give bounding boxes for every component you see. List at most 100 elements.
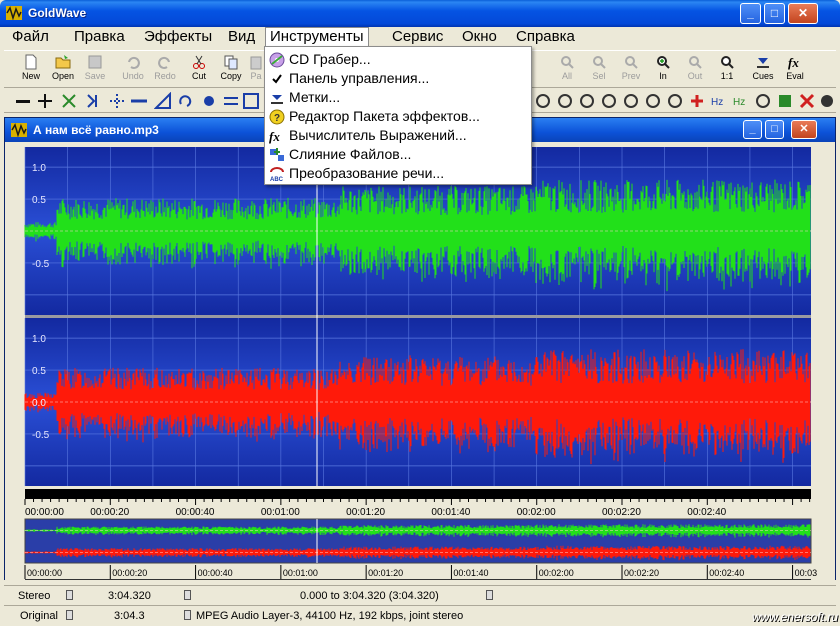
eval-button[interactable]: fx Eval [780,53,810,87]
redo-arrow-icon [158,56,170,69]
effect-icon-24[interactable] [798,92,816,110]
effect-icon-22[interactable] [754,92,772,110]
amplitude-label: 1.0 [32,163,46,174]
zoom-all-label: All [561,71,572,81]
save-button[interactable]: Save [80,53,110,87]
menu-effects[interactable]: Эффекты [140,27,216,47]
undo-button[interactable]: Undo [118,53,148,87]
title-bar[interactable]: GoldWave _ □ ✕ [0,0,840,27]
zoom-all-button[interactable]: All [552,53,582,87]
menu-item-markers[interactable]: Метки... [265,88,531,107]
scissors-icon [193,55,205,69]
menu-item-label: Вычислитель Выражений... [289,127,467,143]
channel-divider[interactable] [25,315,811,318]
effect-icon-3[interactable] [60,92,78,110]
doc-maximize-button[interactable]: □ [765,120,784,139]
menu-item-expression-evaluator[interactable]: fx Вычислитель Выражений... [265,126,531,145]
save-label: Save [84,71,106,81]
menu-view[interactable]: Вид [224,27,259,47]
time-ruler-ticks[interactable] [25,489,811,499]
menu-edit[interactable]: Правка [70,27,129,47]
new-button[interactable]: New [16,53,46,87]
effect-icon-18[interactable] [666,92,684,110]
copy-button[interactable]: Copy [216,53,246,87]
zoom-out-label: Out [687,71,703,81]
effect-icon-12[interactable] [534,92,552,110]
menu-item-file-merger[interactable]: Слияние Файлов... [265,145,531,164]
effect-icon-20[interactable]: Hz [710,92,728,110]
zoom-prev-button[interactable]: Prev [616,53,646,87]
effect-icon-23[interactable] [776,92,794,110]
overview-time-label: 00:01:40 [453,568,488,578]
menu-bar: Файл Правка Эффекты Вид Инструменты Серв… [4,27,836,47]
zoom-selection-label: Sel [592,71,606,81]
zoom-selection-icon [593,56,606,69]
effect-icon-2[interactable] [36,92,54,110]
waveform-area[interactable]: 1.0 0.5 -0.5 1.0 0.5 0.0 -0.5 00:00:00 00:00:20… [5,142,835,580]
effect-icon-15[interactable] [600,92,618,110]
doc-minimize-button[interactable]: _ [743,120,762,139]
cd-icon [269,52,285,68]
effect-icon-10[interactable] [222,92,240,110]
open-button[interactable]: Open [48,53,78,87]
menu-file[interactable]: Файл [8,27,53,47]
overview-time-labels: 00:00:00 00:00:20 00:00:40 00:01:00 00:01:20… [24,565,818,579]
menu-tools[interactable]: Инструменты [265,27,369,47]
redo-button[interactable]: Redo [150,53,180,87]
paste-label: Pa [250,71,262,81]
status-divider-icon [66,610,73,620]
menu-item-control-panel[interactable]: Панель управления... [265,69,531,88]
menu-item-speech-converter[interactable]: ABC Преобразование речи... [265,164,531,183]
menu-item-batch-editor[interactable]: ? Редактор Пакета эффектов... [265,107,531,126]
status-channels: Stereo [18,590,51,602]
zoom-in-icon [657,56,670,69]
eval-label: Eval [786,71,804,81]
svg-text:Hz: Hz [733,97,745,108]
redo-label: Redo [154,71,176,81]
maximize-button[interactable]: □ [764,3,785,24]
effect-icon-11[interactable] [242,92,260,110]
paste-icon [250,56,262,70]
overview-time-label: 00:00:40 [198,568,233,578]
effect-icon-4[interactable] [84,92,102,110]
waveform-display[interactable]: 1.0 0.5 -0.5 1.0 0.5 0.0 -0.5 00:00:00 00:00:20… [5,142,835,580]
menu-window[interactable]: Окно [458,27,501,47]
amplitude-label: 1.0 [32,334,46,345]
effect-icon-13[interactable] [556,92,574,110]
zoom-selection-button[interactable]: Sel [584,53,614,87]
cut-button[interactable]: Cut [184,53,214,87]
paste-button[interactable]: Pa [248,53,264,87]
effect-icon-25[interactable] [818,92,836,110]
status-length: 3:04.320 [108,590,151,602]
overview-time-label: 00:03 [795,568,818,578]
save-disk-icon [88,55,102,69]
effect-icon-21[interactable]: Hz [732,92,750,110]
effect-icon-9[interactable] [200,92,218,110]
zoom-in-button[interactable]: In [648,53,678,87]
menu-item-cd-grabber[interactable]: CD Грабер... [265,50,531,69]
zoom-1to1-button[interactable]: 1:1 [712,53,742,87]
effect-icon-6[interactable] [130,92,148,110]
undo-label: Undo [122,71,144,81]
doc-close-button[interactable]: ✕ [791,120,817,139]
effect-icon-17[interactable] [644,92,662,110]
zoom-out-button[interactable]: Out [680,53,710,87]
zoom-prev-icon [625,56,638,69]
effect-icon-16[interactable] [622,92,640,110]
effect-icon-5[interactable] [108,92,126,110]
effect-icon-14[interactable] [578,92,596,110]
tools-dropdown-menu: CD Грабер... Панель управления... Метки.… [264,46,532,185]
effect-icon-19[interactable] [688,92,706,110]
amplitude-label: -0.5 [32,259,50,270]
menu-service[interactable]: Сервис [388,27,447,47]
overview-time-label: 00:00:20 [112,568,147,578]
menu-help[interactable]: Справка [512,27,579,47]
cues-button[interactable]: Cues [748,53,778,87]
close-button[interactable]: ✕ [788,3,818,24]
effect-icon-7[interactable] [154,92,172,110]
effect-icon-8[interactable] [176,92,194,110]
time-label: 00:02:40 [687,507,726,518]
menu-item-label: Метки... [289,89,341,105]
minimize-button[interactable]: _ [740,3,761,24]
effect-icon-1[interactable] [14,92,32,110]
